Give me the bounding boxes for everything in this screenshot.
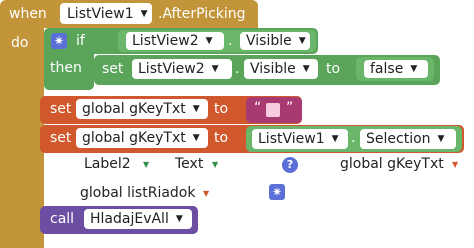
event-name-label: .AfterPicking: [158, 6, 246, 22]
selection-component-text: ListView1: [258, 131, 325, 147]
set-global1-var-dropdown[interactable]: global gKeyTxt ▼: [76, 99, 208, 119]
false-text: false: [370, 61, 404, 77]
set-global2-to-label: to: [214, 130, 229, 146]
event-component-text: ListView1: [67, 5, 134, 22]
chevron-down-icon: ▼: [175, 214, 183, 224]
set-visible-component-dropdown[interactable]: ListView2 ▼: [132, 59, 232, 79]
chevron-down-icon[interactable]: ▼: [143, 160, 149, 169]
chevron-down-icon: ▼: [437, 134, 445, 144]
set-visible-set-label: set: [102, 61, 124, 77]
false-dropdown[interactable]: false ▼: [364, 60, 428, 78]
text-string-input[interactable]: [266, 103, 280, 117]
selection-component-dropdown[interactable]: ListView1 ▼: [252, 129, 348, 149]
label2-text[interactable]: Label2: [84, 156, 131, 172]
when-label: when: [9, 6, 47, 22]
chevron-down-icon[interactable]: ▼: [212, 160, 218, 169]
chevron-down-icon: ▼: [211, 64, 219, 74]
set-global1-to-label: to: [214, 101, 229, 117]
chevron-down-icon: ▼: [192, 104, 200, 114]
call-label: call: [50, 211, 75, 227]
set-global1-set-label: set: [50, 101, 72, 117]
set-visible-dot: .: [235, 61, 240, 77]
procedure-dropdown[interactable]: HladajEvAll ▼: [84, 209, 192, 229]
chevron-down-icon: ▼: [205, 36, 213, 46]
gear-icon[interactable]: ✷: [269, 184, 285, 200]
set-visible-to-label: to: [326, 61, 341, 77]
cond-component-text: ListView2: [132, 33, 199, 49]
global-gkeytxt-text[interactable]: global gKeyTxt: [340, 156, 444, 172]
chevron-down-icon[interactable]: ▼: [203, 189, 209, 198]
set-visible-property-dropdown[interactable]: Visible ▼: [244, 59, 318, 79]
quote-close: ”: [286, 100, 294, 116]
chevron-down-icon: ▼: [410, 64, 418, 74]
chevron-down-icon: ▼: [298, 36, 306, 46]
set-global2-set-label: set: [50, 130, 72, 146]
chevron-down-icon: ▼: [140, 8, 148, 19]
global-listriadok-text[interactable]: global listRiadok: [80, 185, 195, 201]
selection-property-text: Selection: [366, 131, 431, 147]
quote-open: “: [254, 100, 262, 116]
set-global2-var-dropdown[interactable]: global gKeyTxt ▼: [76, 128, 208, 148]
cond-property-text: Visible: [246, 33, 292, 49]
selection-dot: .: [351, 130, 356, 146]
chevron-down-icon: ▼: [331, 134, 339, 144]
chevron-down-icon: ▼: [302, 64, 310, 74]
cond-component-dropdown[interactable]: ListView2 ▼: [126, 32, 224, 50]
cond-property-dropdown[interactable]: Visible ▼: [240, 32, 310, 50]
help-icon[interactable]: ?: [282, 157, 298, 173]
set-global2-var-text: global gKeyTxt: [82, 130, 186, 146]
set-global1-var-text: global gKeyTxt: [82, 101, 186, 117]
if-label: if: [76, 33, 85, 49]
event-component-dropdown[interactable]: ListView1 ▼: [60, 3, 152, 24]
do-label: do: [11, 35, 29, 51]
set-visible-component-text: ListView2: [138, 61, 205, 77]
selection-property-dropdown[interactable]: Selection ▼: [360, 129, 456, 149]
gear-icon[interactable]: ✷: [51, 33, 67, 49]
procedure-name-text: HladajEvAll: [90, 211, 169, 227]
chevron-down-icon: ▼: [192, 133, 200, 143]
then-label: then: [50, 60, 82, 76]
cond-dot: .: [228, 33, 233, 49]
text-property-text[interactable]: Text: [175, 156, 203, 172]
chevron-down-icon[interactable]: ▼: [452, 160, 458, 169]
set-visible-property-text: Visible: [250, 61, 296, 77]
